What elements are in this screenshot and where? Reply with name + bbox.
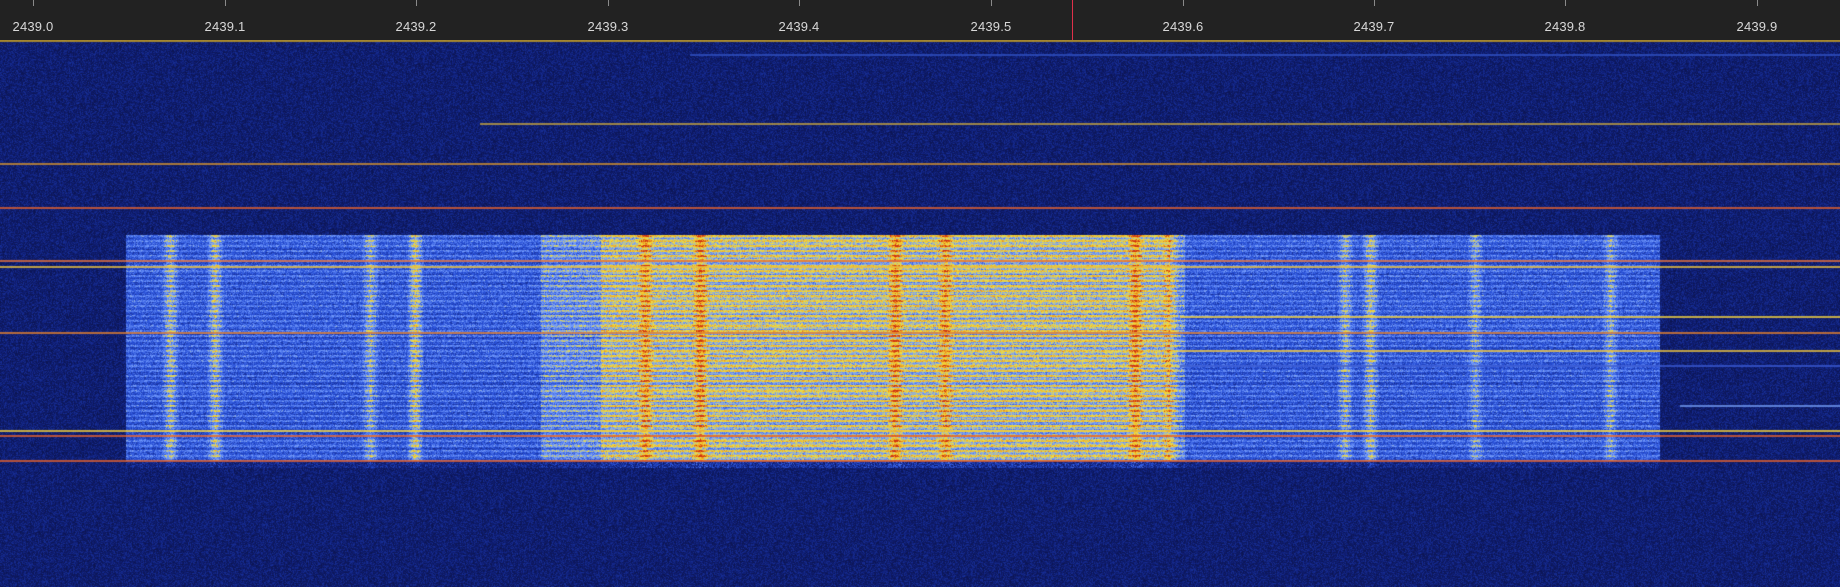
frequency-tick: 2439.2	[396, 0, 436, 40]
frequency-tick: 2439.0	[13, 0, 53, 40]
frequency-tick-label: 2439.4	[778, 19, 820, 34]
frequency-tick: 2439.6	[1163, 0, 1203, 40]
tick-mark	[1757, 0, 1758, 6]
frequency-tick: 2439.9	[1737, 0, 1777, 40]
tick-mark	[33, 0, 34, 6]
tuning-marker[interactable]	[1072, 0, 1073, 40]
frequency-tick: 2439.1	[205, 0, 245, 40]
tick-mark	[991, 0, 992, 6]
sdr-spectrum-view: 2439.0 2439.1 2439.2 2439.3 2439.4 2439.…	[0, 0, 1840, 587]
frequency-tick-label: 2439.9	[1736, 19, 1778, 34]
waterfall-canvas[interactable]	[0, 40, 1840, 587]
frequency-ruler[interactable]: 2439.0 2439.1 2439.2 2439.3 2439.4 2439.…	[0, 0, 1840, 41]
tick-mark	[1374, 0, 1375, 6]
frequency-tick-label: 2439.6	[1162, 19, 1204, 34]
tick-mark	[416, 0, 417, 6]
frequency-tick-label: 2439.0	[12, 19, 54, 34]
tick-mark	[1183, 0, 1184, 6]
tick-mark	[799, 0, 800, 6]
frequency-tick: 2439.7	[1354, 0, 1394, 40]
frequency-tick: 2439.8	[1545, 0, 1585, 40]
frequency-tick-label: 2439.1	[204, 19, 246, 34]
frequency-tick-label: 2439.5	[970, 19, 1012, 34]
tick-mark	[1565, 0, 1566, 6]
tick-mark	[608, 0, 609, 6]
frequency-tick-label: 2439.3	[587, 19, 629, 34]
frequency-tick: 2439.5	[971, 0, 1011, 40]
frequency-tick-label: 2439.8	[1544, 19, 1586, 34]
frequency-tick-label: 2439.7	[1353, 19, 1395, 34]
frequency-tick: 2439.3	[588, 0, 628, 40]
frequency-tick: 2439.4	[779, 0, 819, 40]
waterfall-display[interactable]	[0, 40, 1840, 587]
frequency-tick-label: 2439.2	[395, 19, 437, 34]
tick-mark	[225, 0, 226, 6]
